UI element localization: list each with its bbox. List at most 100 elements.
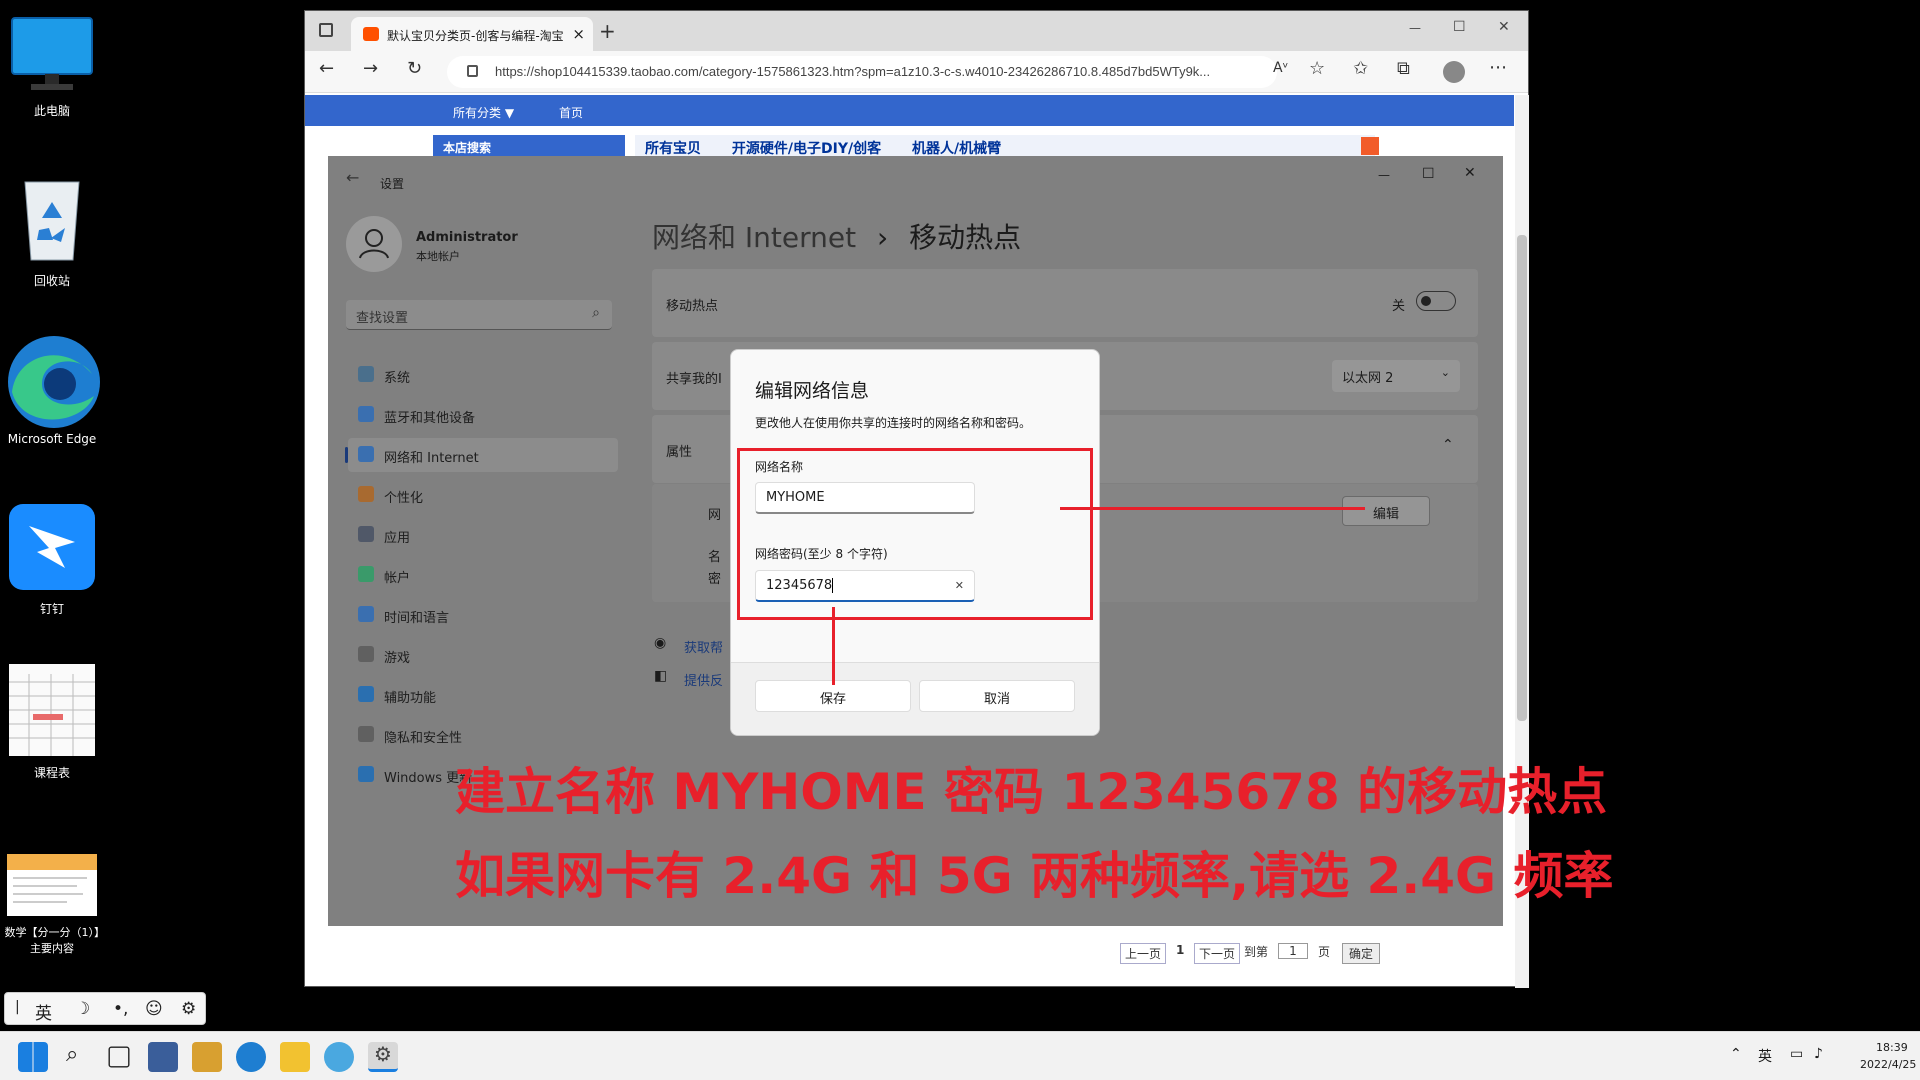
breadcrumb-item[interactable]: 所有宝贝	[645, 141, 701, 157]
cancel-button[interactable]: 取消	[919, 680, 1075, 712]
app-icon-2[interactable]	[192, 1042, 222, 1072]
sidebar-item[interactable]: 游戏	[348, 638, 618, 672]
network-icon[interactable]: ▭	[1790, 1046, 1803, 1062]
maximize-button[interactable]: ☐	[1453, 19, 1466, 35]
clock-time[interactable]: 18:39	[1876, 1041, 1908, 1054]
breadcrumb-item[interactable]: 机器人/机械臂	[912, 141, 1001, 157]
property-label: 名	[708, 550, 722, 565]
share-select[interactable]: 以太网 2 ⌄	[1332, 360, 1460, 392]
sidebar-item-icon	[358, 566, 374, 582]
ime-punct-icon[interactable]: •,	[113, 999, 128, 1019]
hotspot-toggle[interactable]	[1416, 291, 1456, 311]
spreadsheet-thumbnail-icon	[9, 664, 95, 756]
minimize-button[interactable]: —	[1409, 21, 1421, 35]
chevron-up-icon[interactable]: ⌃	[1730, 1046, 1742, 1062]
settings-taskbar-icon[interactable]: ⚙	[368, 1042, 398, 1072]
tray-ime-mode[interactable]: 英	[1758, 1046, 1772, 1066]
read-aloud-icon[interactable]: Aᵛ	[1273, 60, 1288, 76]
tab-close-icon[interactable]: ×	[572, 25, 585, 43]
desktop-icon-edge[interactable]: Microsoft Edge	[0, 334, 104, 447]
app-icon-3[interactable]	[324, 1042, 354, 1072]
search-icon[interactable]: ⌕	[62, 1042, 92, 1072]
desktop-icon-dingtalk[interactable]: 钉钉	[0, 502, 104, 617]
annotation-line-to-save	[832, 607, 835, 685]
file-explorer-icon[interactable]	[280, 1042, 310, 1072]
back-arrow-icon[interactable]: ←	[319, 58, 334, 79]
edit-button[interactable]: 编辑	[1342, 496, 1430, 526]
home-link[interactable]: 首页	[559, 104, 583, 121]
ime-emoji-icon[interactable]: ☺	[145, 999, 163, 1019]
minimize-button[interactable]: —	[1378, 168, 1390, 182]
sidebar-item[interactable]: 时间和语言	[348, 598, 618, 632]
store-search-header: 本店搜索	[433, 135, 625, 157]
ime-mode[interactable]: 英	[35, 999, 52, 1024]
desktop-icon-label: 钉钉	[39, 602, 64, 616]
task-view-icon[interactable]	[108, 1046, 130, 1068]
next-page-link[interactable]: 下一页	[1194, 943, 1241, 964]
close-button[interactable]: ✕	[1464, 165, 1476, 181]
forward-arrow-icon[interactable]: →	[363, 58, 378, 79]
clock-date[interactable]: 2022/4/25	[1860, 1058, 1916, 1071]
address-bar[interactable]: https://shop104415339.taobao.com/categor…	[447, 56, 1277, 88]
hotspot-row: 移动热点 关	[652, 269, 1478, 337]
all-categories-link[interactable]: 所有分类 ▼	[453, 104, 514, 121]
sidebar-item[interactable]: 系统	[348, 358, 618, 392]
desktop-icon-schedule[interactable]: 课程表	[0, 664, 104, 781]
scrollbar-thumb[interactable]	[1517, 235, 1527, 721]
favorites-icon[interactable]: ✩	[1353, 58, 1368, 79]
edge-taskbar-icon[interactable]	[236, 1042, 266, 1072]
new-tab-button[interactable]: +	[599, 19, 616, 43]
sidebar-item[interactable]: 蓝牙和其他设备	[348, 398, 618, 432]
sidebar-item[interactable]: 隐私和安全性	[348, 718, 618, 752]
sidebar-item-icon	[358, 526, 374, 542]
sidebar-item-label: 个性化	[384, 491, 424, 506]
recycle-bin-icon	[24, 181, 80, 261]
feedback-link[interactable]: 提供反	[684, 670, 723, 689]
share-value: 以太网 2	[1342, 371, 1394, 386]
sidebar-item-icon	[358, 606, 374, 622]
sidebar-item[interactable]: 帐户	[348, 558, 618, 592]
tab-actions-icon[interactable]	[319, 23, 333, 37]
breadcrumb-item[interactable]: 开源硬件/电子DIY/创客	[732, 141, 881, 157]
page-title-parent[interactable]: 网络和 Internet	[652, 221, 856, 254]
close-button[interactable]: ✕	[1498, 19, 1510, 35]
chevron-down-icon: ⌄	[1440, 366, 1450, 379]
sidebar-item[interactable]: 应用	[348, 518, 618, 552]
sidebar-item[interactable]: 网络和 Internet	[348, 438, 618, 472]
sidebar-item-icon	[358, 446, 374, 462]
sidebar-item[interactable]: 辅助功能	[348, 678, 618, 712]
settings-search-input[interactable]: 查找设置 ⌕	[346, 300, 612, 330]
share-label: 共享我的I	[666, 372, 722, 387]
collections-icon[interactable]: ⧉	[1397, 58, 1410, 79]
desktop-icon-recycle-bin[interactable]: 回收站	[0, 172, 104, 289]
desktop-icon-math[interactable]: 数学【分一分（1）】主要内容	[0, 854, 104, 957]
ime-settings-icon[interactable]: ⚙	[181, 999, 196, 1019]
selected-indicator	[345, 447, 348, 463]
back-arrow-icon[interactable]: ←	[346, 168, 359, 187]
browser-tab[interactable]: 默认宝贝分类页-创客与编程-淘宝 ×	[351, 17, 593, 51]
help-link[interactable]: 获取帮	[684, 637, 723, 656]
profile-avatar-icon[interactable]	[1443, 61, 1465, 83]
hotspot-state: 关	[1392, 299, 1406, 314]
sidebar-item-label: 时间和语言	[384, 611, 450, 626]
refresh-icon[interactable]: ↻	[407, 58, 422, 79]
favorite-add-icon[interactable]: ☆	[1309, 58, 1325, 79]
desktop-icon-this-pc[interactable]: 此电脑	[0, 16, 104, 119]
sidebar-item-label: 辅助功能	[384, 691, 437, 706]
confirm-page-button[interactable]: 确定	[1342, 943, 1381, 964]
user-icon	[359, 229, 389, 259]
more-menu-icon[interactable]: ⋯	[1489, 57, 1507, 78]
ime-drag-handle[interactable]: |	[15, 999, 20, 1015]
page-number-input[interactable]: 1	[1278, 943, 1308, 959]
chevron-up-icon[interactable]: ⌃	[1442, 437, 1454, 453]
user-type: 本地帐户	[416, 250, 460, 263]
app-icon-1[interactable]	[148, 1042, 178, 1072]
sidebar-item[interactable]: 个性化	[348, 478, 618, 512]
start-icon[interactable]	[18, 1042, 48, 1072]
tab-bar: 默认宝贝分类页-创客与编程-淘宝 × + — ☐ ✕	[305, 11, 1528, 51]
ime-moon-icon[interactable]: ☽	[75, 999, 90, 1019]
volume-icon[interactable]: ♪	[1814, 1046, 1823, 1062]
avatar[interactable]	[346, 216, 402, 272]
prev-page-link[interactable]: 上一页	[1120, 943, 1167, 964]
maximize-button[interactable]: ☐	[1422, 166, 1435, 182]
